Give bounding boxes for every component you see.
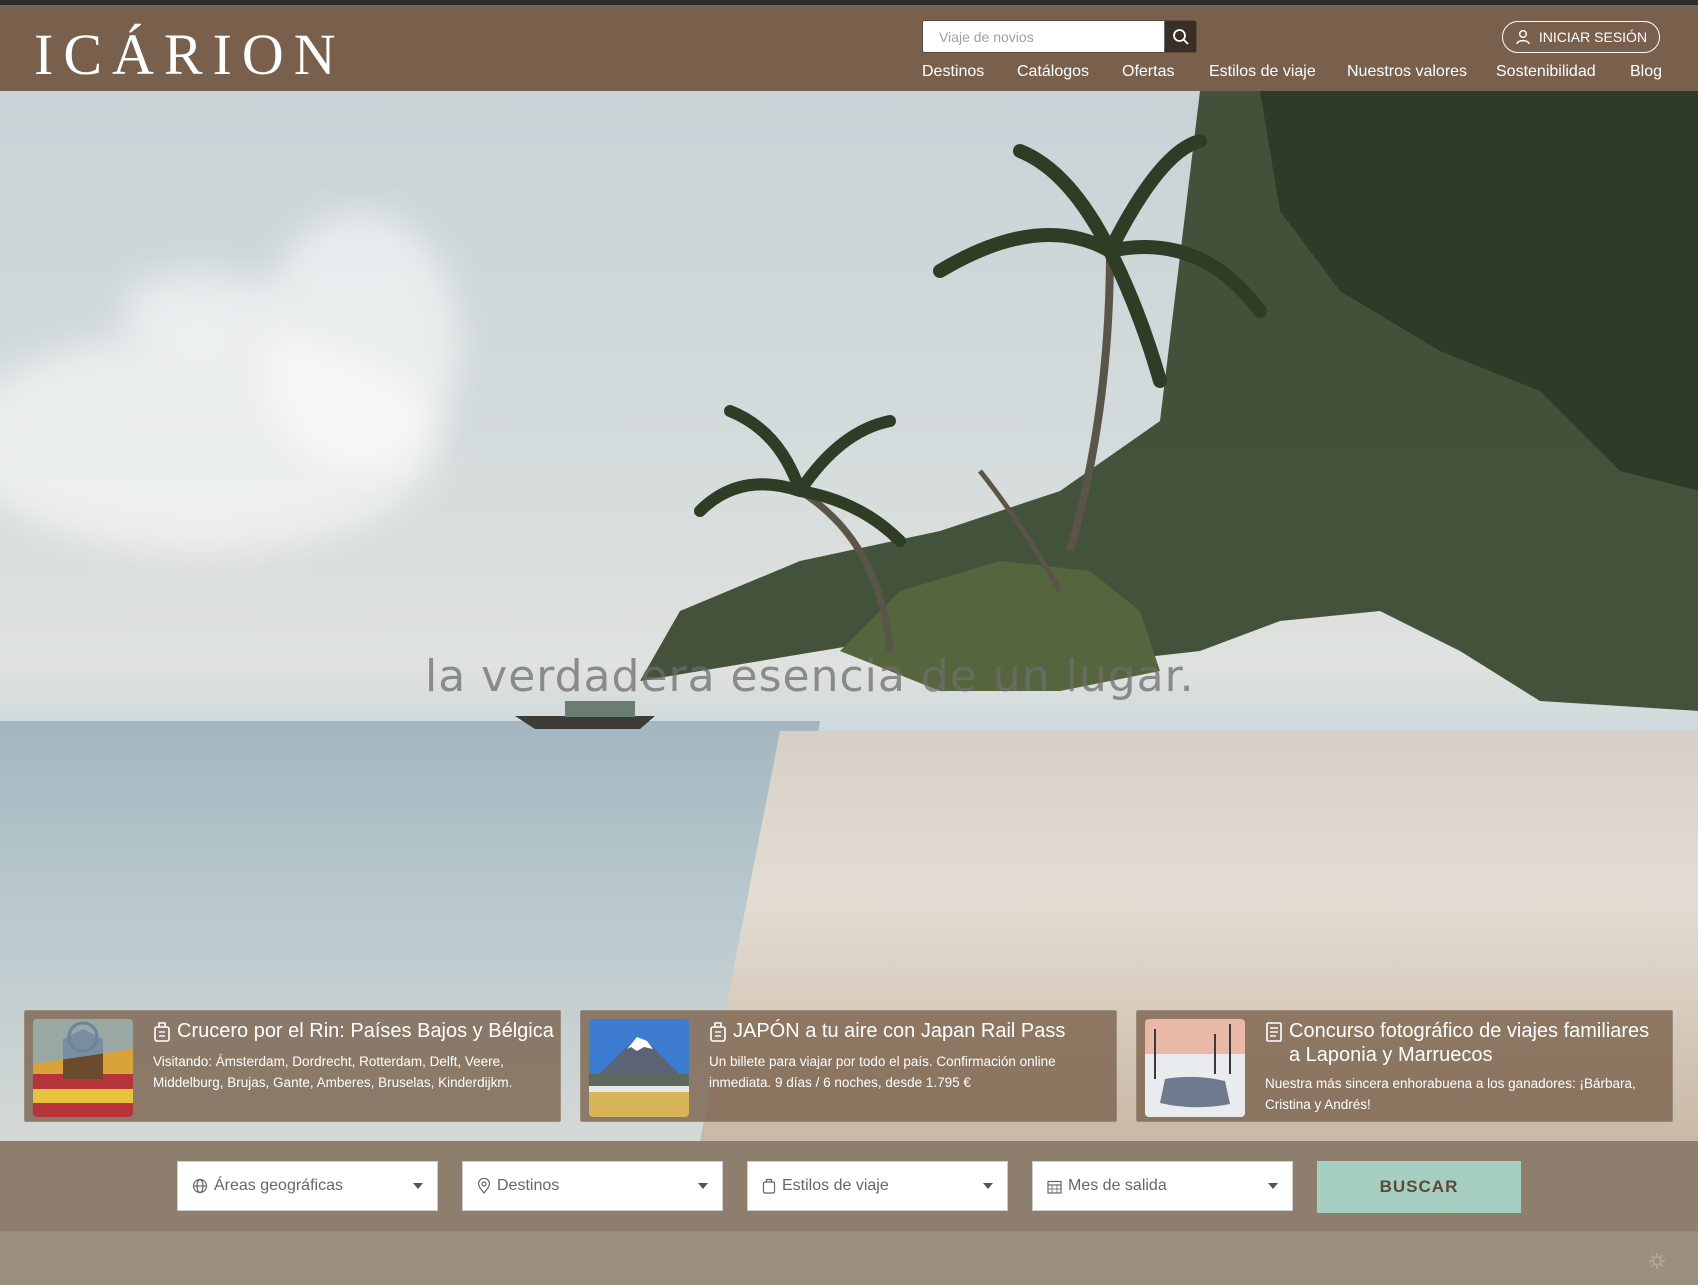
login-label: INICIAR SESIÓN (1538, 29, 1648, 45)
luggage-icon (710, 1022, 726, 1042)
card-description: Nuestra más sincera enhorabuena a los ga… (1265, 1076, 1636, 1112)
hero-video: la verdadera esencia de un lugar. (0, 91, 1698, 1141)
card-thumbnail (1145, 1019, 1245, 1117)
nav-nuestros-valores[interactable]: Nuestros valores (1347, 63, 1467, 81)
cloud (260, 211, 460, 471)
buscar-button[interactable]: BUSCAR (1317, 1161, 1521, 1213)
luggage-icon (154, 1022, 170, 1042)
card-title: Concurso fotográfico de viajes familiare… (1289, 1020, 1650, 1066)
chevron-down-icon (1268, 1183, 1278, 1189)
estilos-dropdown[interactable]: Estilos de viaje (747, 1161, 1008, 1211)
promo-card-concurso[interactable]: Concurso fotográfico de viajes familiare… (1136, 1010, 1673, 1122)
nav-ofertas[interactable]: Ofertas (1122, 63, 1174, 81)
bottom-strip (0, 1231, 1698, 1285)
chevron-down-icon (698, 1183, 708, 1189)
card-description: Un billete para viajar por todo el país.… (709, 1054, 1056, 1090)
card-title: Crucero por el Rin: Países Bajos y Bélgi… (177, 1020, 554, 1042)
document-icon (1266, 1022, 1282, 1042)
search-button[interactable] (1164, 21, 1196, 52)
estilos-label: Estilos de viaje (782, 1177, 889, 1194)
chevron-down-icon (413, 1183, 423, 1189)
promo-card-japon[interactable]: JAPÓN a tu aire con Japan Rail Pass Un b… (580, 1010, 1117, 1122)
search-icon (1172, 28, 1189, 45)
nav-catalogos[interactable]: Catálogos (1017, 63, 1089, 81)
search-box (922, 20, 1197, 53)
mes-salida-label: Mes de salida (1068, 1177, 1167, 1194)
nav-blog[interactable]: Blog (1630, 63, 1662, 81)
location-pin-icon (477, 1178, 491, 1194)
site-header: ICÁRION INICIAR SESIÓN Destinos Catálogo… (0, 5, 1698, 91)
card-title: JAPÓN a tu aire con Japan Rail Pass (733, 1020, 1066, 1042)
search-filter-bar: Áreas geográficas Destinos Estilos de vi… (0, 1141, 1698, 1231)
calendar-icon (1047, 1179, 1062, 1194)
search-input[interactable] (923, 21, 1135, 52)
hero-overlay-text: la verdadera esencia de un lugar. (425, 651, 1195, 702)
chevron-down-icon (983, 1183, 993, 1189)
card-title-row: Concurso fotográfico de viajes familiare… (1265, 1019, 1655, 1067)
user-icon (1516, 30, 1530, 45)
promo-card-rin[interactable]: Crucero por el Rin: Países Bajos y Bélgi… (24, 1010, 561, 1122)
settings-icon[interactable] (1646, 1250, 1668, 1277)
nav-estilos-de-viaje[interactable]: Estilos de viaje (1209, 63, 1316, 81)
card-description: Visitando: Ámsterdam, Dordrecht, Rotterd… (153, 1054, 513, 1090)
palm-trees-illustration (640, 91, 1698, 711)
login-button[interactable]: INICIAR SESIÓN (1502, 21, 1660, 53)
luggage-icon (762, 1178, 776, 1194)
destinos-dropdown[interactable]: Destinos (462, 1161, 723, 1211)
nav-sostenibilidad[interactable]: Sostenibilidad (1496, 63, 1596, 81)
cloud (120, 271, 280, 351)
card-thumbnail (589, 1019, 689, 1117)
card-title-row: JAPÓN a tu aire con Japan Rail Pass (709, 1019, 1065, 1043)
areas-label: Áreas geográficas (214, 1177, 343, 1194)
globe-icon (192, 1178, 208, 1194)
card-thumbnail (33, 1019, 133, 1117)
areas-dropdown[interactable]: Áreas geográficas (177, 1161, 438, 1211)
card-title-row: Crucero por el Rin: Países Bajos y Bélgi… (153, 1019, 554, 1043)
destinos-label: Destinos (497, 1177, 560, 1194)
mes-salida-dropdown[interactable]: Mes de salida (1032, 1161, 1293, 1211)
nav-destinos[interactable]: Destinos (922, 63, 984, 81)
logo[interactable]: ICÁRION (34, 23, 346, 87)
